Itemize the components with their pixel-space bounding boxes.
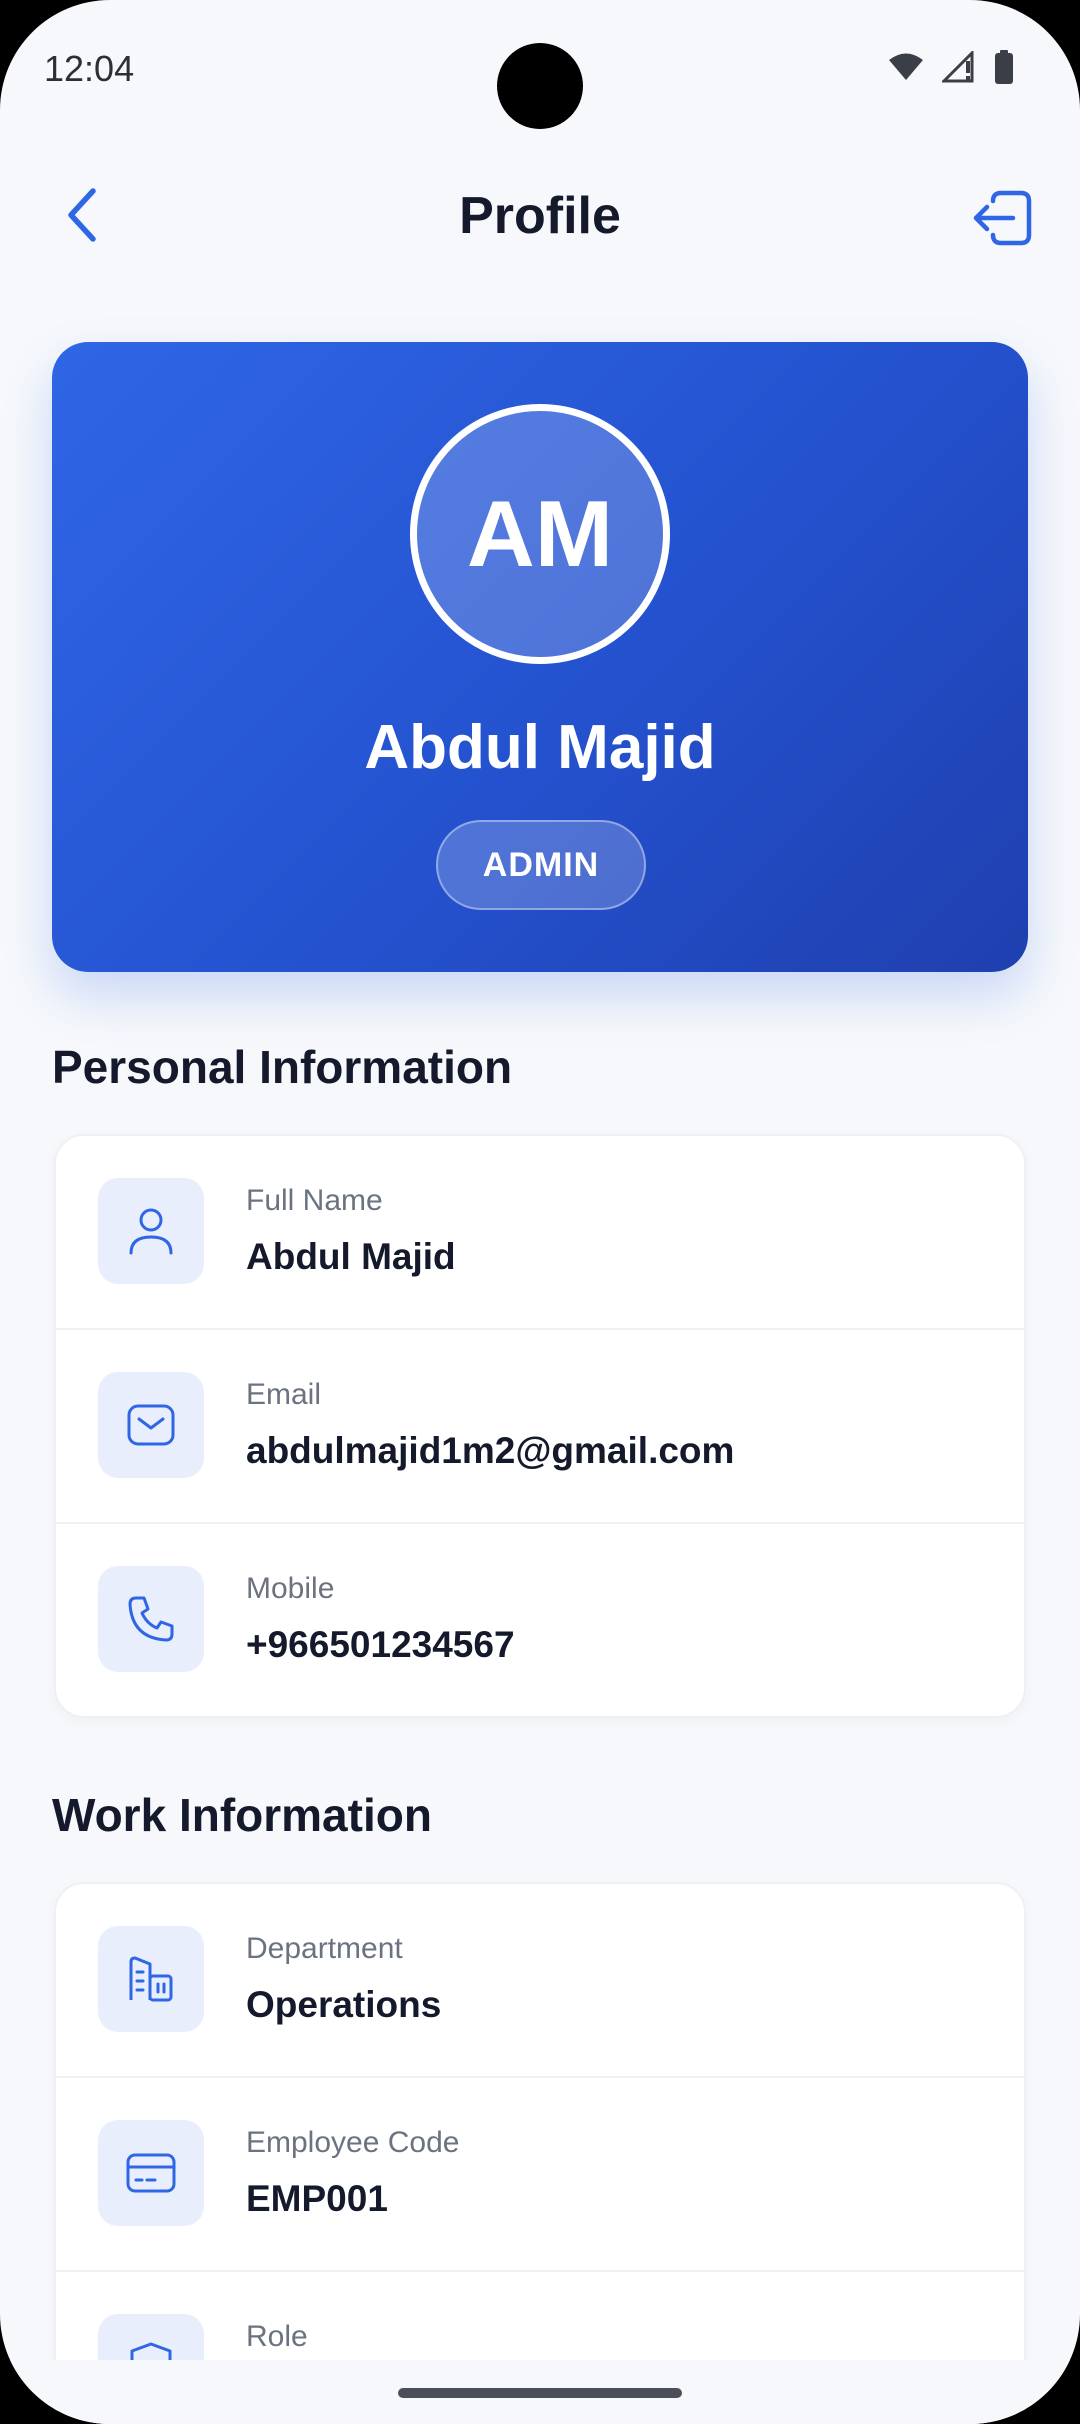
row-value: +966501234567 xyxy=(246,1624,515,1665)
info-row-mobile[interactable]: Mobile +966501234567 xyxy=(56,1524,1024,1716)
row-label: Department xyxy=(246,1932,403,1965)
icon-tile xyxy=(98,1926,204,2032)
icon-tile xyxy=(98,2120,204,2226)
home-indicator[interactable] xyxy=(398,2388,682,2398)
row-value: abdulmajid1m2@gmail.com xyxy=(246,1430,735,1471)
role-badge: ADMIN xyxy=(436,820,646,910)
user-icon xyxy=(129,1208,173,1255)
row-label: Mobile xyxy=(246,1572,335,1605)
wifi-icon xyxy=(889,53,923,80)
avatar: AM xyxy=(410,404,670,664)
battery-icon xyxy=(995,50,1013,84)
status-icons xyxy=(888,50,1014,84)
work-info-title: Work Information xyxy=(52,1789,432,1841)
profile-name: Abdul Majid xyxy=(364,713,716,782)
row-label: Employee Code xyxy=(246,2126,460,2159)
app-header: Profile xyxy=(0,170,1080,260)
info-row-email[interactable]: Email abdulmajid1m2@gmail.com xyxy=(56,1330,1024,1524)
id-card-icon xyxy=(126,2153,176,2193)
icon-tile xyxy=(98,1566,204,1672)
row-value: Abdul Majid xyxy=(246,1236,456,1277)
row-value: Operations xyxy=(246,1984,442,2025)
signal-icon xyxy=(942,51,974,83)
mail-icon xyxy=(127,1404,175,1446)
icon-tile xyxy=(98,1178,204,1284)
row-label: Email xyxy=(246,1378,322,1411)
phone-icon xyxy=(128,1596,174,1642)
building-icon xyxy=(129,1956,173,2002)
info-row-full-name[interactable]: Full Name Abdul Majid xyxy=(56,1136,1024,1330)
personal-info-title: Personal Information xyxy=(52,1041,513,1093)
row-value: EMP001 xyxy=(246,2178,388,2219)
info-row-employee-code[interactable]: Employee Code EMP001 xyxy=(56,2078,1024,2272)
row-label: Full Name xyxy=(246,1184,383,1217)
work-info-card: Department Operations Employee Code EMP0… xyxy=(54,1882,1026,2424)
status-bar: 12:04 xyxy=(0,0,1080,140)
logout-button[interactable] xyxy=(964,180,1040,256)
status-time: 12:04 xyxy=(44,48,135,89)
profile-card: AM Abdul Majid ADMIN xyxy=(52,342,1028,972)
page-title: Profile xyxy=(459,187,621,245)
info-row-department[interactable]: Department Operations xyxy=(56,1884,1024,2078)
personal-info-card: Full Name Abdul Majid Email abdulmajid1m… xyxy=(54,1134,1026,1718)
logout-icon xyxy=(973,190,1032,246)
icon-tile xyxy=(98,1372,204,1478)
row-label: Role xyxy=(246,2320,308,2353)
profile-screen: 12:04 Profile AM Abdul Majid ADMIN Perso… xyxy=(0,0,1080,2424)
camera-cutout xyxy=(497,43,583,129)
